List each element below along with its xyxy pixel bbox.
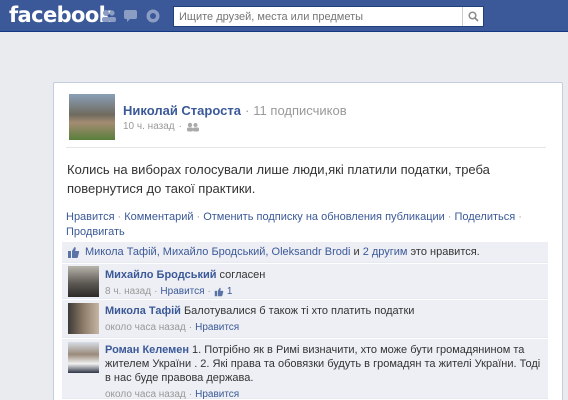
audience-friends-icon[interactable] [186,122,200,132]
comment-body: Микола Тафій Балотувалися б також ті хто… [105,304,541,335]
separator: · [244,103,250,118]
comment-meta: 8 ч. назад · Нравится · 1 [105,285,541,299]
post-card: Николай Староста · 11 подписчиков 10 ч. на… [53,82,563,400]
separator: · [518,211,522,223]
comment-like-link[interactable]: Нравится [195,388,239,400]
thumbs-up-icon [214,287,224,297]
separator: · [188,389,193,400]
search-box [173,6,484,27]
comment-body: Михайло Бродський согласен 8 ч. назад · … [105,268,541,299]
comment-author[interactable]: Михайло Бродський [105,269,217,281]
author-name[interactable]: Николай Староста [123,103,241,118]
comment-text: Балотувалися б також ті хто платить пода… [180,305,415,317]
thumbs-up-icon [67,246,80,259]
comment-author[interactable]: Роман Келемен [105,344,189,356]
separator: · [447,211,452,223]
subscriber-count[interactable]: 11 подписчиков [253,103,346,118]
commenter-avatar[interactable] [68,303,99,334]
comment: Микола Тафій Балотувалися б також ті хто… [62,300,548,338]
comment-body: Роман Келемен 1. Потрібно як в Римі визн… [105,343,541,400]
top-bar: facebook [0,0,568,32]
likers-others[interactable]: 2 другим [363,246,408,258]
post-meta: 10 ч. назад · [123,121,200,132]
separator: · [207,286,211,297]
like-link[interactable]: Нравится [66,211,115,223]
likers-names[interactable]: Микола Тафій, Михайло Бродський, Oleksan… [85,246,350,258]
likes-summary: Микола Тафій, Михайло Бродський, Oleksan… [62,242,548,263]
header-divider [66,147,546,148]
likes-text: Микола Тафій, Михайло Бродський, Oleksan… [85,246,480,258]
comment-timestamp[interactable]: около часа назад [105,388,186,400]
comment-like-link[interactable]: Нравится [195,321,239,335]
separator: · [188,322,193,333]
comment-author[interactable]: Микола Тафій [105,305,181,317]
comment-link[interactable]: Комментарий [124,211,193,223]
author-avatar[interactable] [69,94,115,140]
post-author-line: Николай Староста · 11 подписчиков [123,103,347,118]
commenter-avatar[interactable] [68,266,99,297]
post-text: Колись на виборах голосували лише люди,я… [67,162,490,196]
share-link[interactable]: Поделиться [454,211,515,223]
comment: Михайло Бродський согласен 8 ч. назад · … [62,264,548,299]
comment-timestamp[interactable]: около часа назад [105,321,186,335]
messages-icon[interactable] [123,8,139,24]
search-icon [467,11,479,22]
search-input[interactable] [174,7,454,26]
likes-and: и [350,246,363,258]
friend-requests-icon[interactable] [101,8,117,24]
comment-meta: около часа назад · Нравится [105,321,541,335]
commenter-avatar[interactable] [68,342,99,373]
comment-text: согласен [216,269,266,281]
separator: · [196,211,201,223]
notification-jewels [101,8,161,24]
separator: · [178,121,182,132]
search-button[interactable] [462,7,483,26]
separator: · [117,211,122,223]
separator: · [154,286,158,297]
comment: Роман Келемен 1. Потрібно як в Римі визн… [62,339,548,400]
unsubscribe-link[interactable]: Отменить подписку на обновления публикац… [203,211,445,223]
notifications-icon[interactable] [145,8,161,24]
comment-like-link[interactable]: Нравится [160,285,204,299]
likes-suffix: это нравится. [407,246,480,258]
post-timestamp[interactable]: 10 ч. назад [123,121,175,132]
post-actions: Нравится · Комментарий · Отменить подписку н… [66,210,546,240]
comment-timestamp[interactable]: 8 ч. назад [105,285,151,299]
promote-link[interactable]: Продвигать [66,226,125,238]
comment-like-count[interactable]: 1 [227,285,233,299]
comment-meta: около часа назад · Нравится [105,388,541,400]
facebook-logo[interactable]: facebook [9,3,113,27]
